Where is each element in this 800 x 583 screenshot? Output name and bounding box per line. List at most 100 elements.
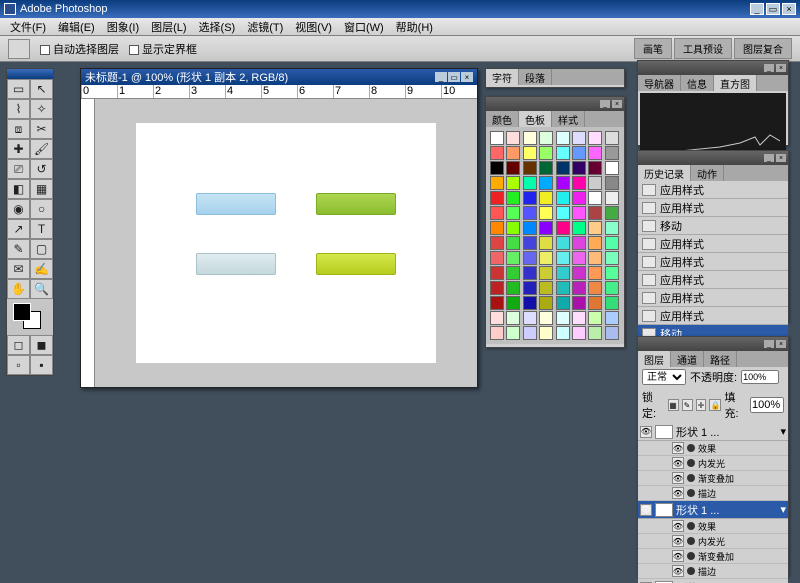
gradient-tool[interactable]: ▦: [30, 179, 53, 199]
swatch[interactable]: [572, 326, 586, 340]
layer-effect[interactable]: 👁内发光: [638, 456, 788, 471]
path-tool[interactable]: ↗: [7, 219, 30, 239]
swatch[interactable]: [556, 146, 570, 160]
panel-min-icon[interactable]: _: [764, 64, 774, 72]
doc-titlebar[interactable]: 未标题-1 @ 100% (形状 1 副本 2, RGB/8) _▭×: [81, 69, 477, 85]
swatch[interactable]: [490, 266, 504, 280]
swatch[interactable]: [588, 311, 602, 325]
swatch[interactable]: [605, 326, 619, 340]
swatch[interactable]: [556, 176, 570, 190]
type-tool[interactable]: T: [30, 219, 53, 239]
swatch[interactable]: [523, 161, 537, 175]
heal-tool[interactable]: ✚: [7, 139, 30, 159]
layer-effect[interactable]: 👁描边: [638, 564, 788, 579]
close-button[interactable]: ×: [782, 3, 796, 15]
toolbox-header[interactable]: [7, 69, 53, 79]
swatch[interactable]: [605, 251, 619, 265]
swatch[interactable]: [572, 161, 586, 175]
swatch[interactable]: [556, 326, 570, 340]
swatch[interactable]: [506, 161, 520, 175]
swatch[interactable]: [572, 131, 586, 145]
pen-tool[interactable]: ✎: [7, 239, 30, 259]
swatch[interactable]: [605, 311, 619, 325]
swatch[interactable]: [506, 311, 520, 325]
swatch[interactable]: [605, 281, 619, 295]
swatch[interactable]: [539, 161, 553, 175]
lasso-tool[interactable]: ⌇: [7, 99, 30, 119]
history-item[interactable]: 应用样式: [638, 307, 788, 325]
layer-item[interactable]: 👁形状 1 ...▾: [638, 579, 788, 583]
swatch[interactable]: [490, 326, 504, 340]
layer-thumb[interactable]: [655, 503, 673, 517]
swatch[interactable]: [490, 161, 504, 175]
swatch[interactable]: [572, 146, 586, 160]
swatch[interactable]: [506, 206, 520, 220]
swatch[interactable]: [506, 326, 520, 340]
slice-tool[interactable]: ✂: [30, 119, 53, 139]
tab-info[interactable]: 信息: [681, 75, 714, 91]
visibility-icon[interactable]: 👁: [672, 457, 684, 469]
history-item[interactable]: 应用样式: [638, 253, 788, 271]
shape-tool[interactable]: ▢: [30, 239, 53, 259]
swatch[interactable]: [490, 176, 504, 190]
tab-history[interactable]: 历史记录: [638, 165, 691, 181]
fill-input[interactable]: [750, 397, 784, 413]
shape-lime[interactable]: [316, 253, 396, 275]
menu-file[interactable]: 文件(F): [4, 19, 52, 35]
swatch[interactable]: [523, 131, 537, 145]
swatch[interactable]: [605, 131, 619, 145]
doc-max[interactable]: ▭: [448, 72, 460, 82]
tab-histogram[interactable]: 直方图: [714, 75, 757, 91]
shape-gray[interactable]: [196, 253, 276, 275]
swatch[interactable]: [539, 266, 553, 280]
canvas[interactable]: [136, 123, 436, 363]
visibility-icon[interactable]: 👁: [640, 504, 652, 516]
swatch[interactable]: [605, 161, 619, 175]
swatch[interactable]: [490, 281, 504, 295]
swatch[interactable]: [523, 296, 537, 310]
dodge-tool[interactable]: ○: [30, 199, 53, 219]
auto-select-checkbox[interactable]: 自动选择图层: [40, 41, 119, 57]
history-brush-tool[interactable]: ↺: [30, 159, 53, 179]
visibility-icon[interactable]: 👁: [672, 550, 684, 562]
swatch[interactable]: [572, 311, 586, 325]
swatch[interactable]: [539, 326, 553, 340]
swatch[interactable]: [556, 281, 570, 295]
history-item[interactable]: 应用样式: [638, 271, 788, 289]
hand-tool[interactable]: ✋: [7, 279, 30, 299]
foreground-color[interactable]: [13, 303, 31, 321]
shape-blue[interactable]: [196, 193, 276, 215]
swatch[interactable]: [556, 191, 570, 205]
panel-min-icon[interactable]: _: [764, 340, 774, 348]
swatch[interactable]: [588, 326, 602, 340]
swatch[interactable]: [572, 281, 586, 295]
visibility-icon[interactable]: 👁: [672, 487, 684, 499]
swatch[interactable]: [490, 296, 504, 310]
swatch[interactable]: [588, 146, 602, 160]
tab-paths[interactable]: 路径: [704, 351, 737, 367]
swatch[interactable]: [539, 281, 553, 295]
menu-help[interactable]: 帮助(H): [390, 19, 439, 35]
swatch[interactable]: [572, 206, 586, 220]
swatch[interactable]: [588, 266, 602, 280]
swatch[interactable]: [572, 221, 586, 235]
swatch[interactable]: [605, 146, 619, 160]
swatch[interactable]: [588, 131, 602, 145]
layer-thumb[interactable]: [655, 425, 673, 439]
swatch[interactable]: [506, 131, 520, 145]
swatch[interactable]: [605, 206, 619, 220]
swatch[interactable]: [556, 296, 570, 310]
layer-effect[interactable]: 👁效果: [638, 441, 788, 456]
screen-mode-2[interactable]: ▪: [30, 355, 53, 375]
tab-swatches[interactable]: 色板: [519, 111, 552, 127]
swatch[interactable]: [556, 236, 570, 250]
swatch[interactable]: [506, 191, 520, 205]
swatch[interactable]: [588, 206, 602, 220]
menu-view[interactable]: 视图(V): [289, 19, 338, 35]
maximize-button[interactable]: ▭: [766, 3, 780, 15]
swatch[interactable]: [588, 176, 602, 190]
panel-min-icon[interactable]: _: [600, 100, 610, 108]
tab-layer-comps[interactable]: 图层复合: [734, 38, 792, 59]
menu-image[interactable]: 图象(I): [101, 19, 145, 35]
tab-paragraph[interactable]: 段落: [519, 69, 552, 85]
